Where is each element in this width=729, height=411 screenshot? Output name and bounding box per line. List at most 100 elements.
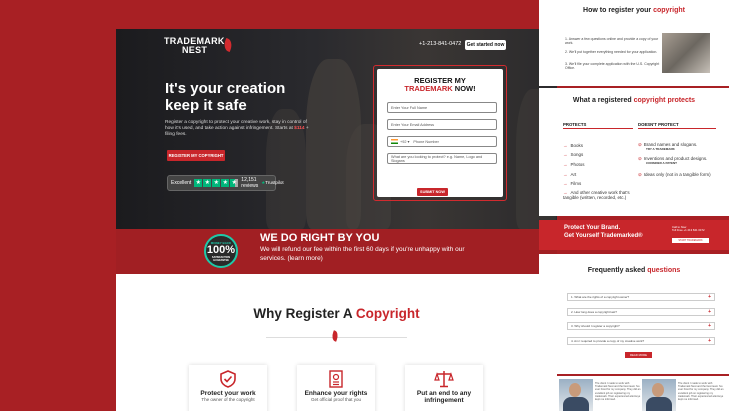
rating-stars: ★ ★ ★ ★ ★ (194, 179, 239, 187)
protects-title-plain: What a registered (572, 97, 634, 104)
doesnt-protect-header: DOESN'T PROTECT (638, 122, 679, 127)
protects-item: → Films (563, 181, 581, 186)
hero-section: TRADEMARK NEST +1-213-841-0472 Get start… (116, 29, 557, 229)
banner-line2: Get Yourself Trademarked® (564, 232, 643, 239)
banner-small2[interactable]: Toll Free +1 213 841 0472 (672, 228, 705, 232)
benefit-card: Protect your work The owner of the copyr… (189, 365, 267, 411)
hero-price: $114 (294, 126, 305, 132)
arrow-right-icon: → (563, 172, 568, 177)
half-star-icon: ★ (230, 179, 239, 187)
faq-title: Frequently asked questions (539, 267, 729, 274)
badge-bottom: SATISFACTION GUARANTEE (211, 256, 231, 262)
protects-item-label: And other creative work that's tangible … (563, 190, 630, 200)
leaf-icon (330, 330, 340, 342)
form-title-end: NOW! (452, 84, 476, 93)
star-icon: ★ (194, 179, 203, 187)
trustpilot-logo: ★Trustpilot (261, 180, 283, 186)
card-subtitle: The owner of the copyright (201, 397, 255, 402)
email-input[interactable]: Enter Your Email Address (387, 119, 497, 130)
not-protect-label: Ideas only (not in a tangible form) (643, 172, 711, 177)
faq-question: 3. Why should I register a copyright? (571, 324, 620, 328)
full-name-input[interactable]: Enter Your Full Name (387, 102, 497, 113)
flag-icon (391, 139, 398, 144)
arrow-right-icon: → (563, 181, 568, 186)
plus-icon[interactable]: + (708, 323, 711, 329)
faq-question: 1. What are the rights of a copyright ow… (571, 295, 630, 299)
register-form: REGISTER MY TRADEMARK NOW! Enter Your Fu… (377, 69, 503, 197)
protects-item: → Songs (563, 152, 583, 157)
prohibited-icon: ⊘ (638, 172, 642, 177)
country-code[interactable]: +92 (400, 140, 406, 144)
brand-line2: NEST (182, 45, 208, 55)
phone-input[interactable]: +92 ▾ Phone Number (387, 136, 497, 147)
protects-item-label: Songs (570, 152, 584, 157)
read-more-button[interactable]: READ MORE (625, 352, 652, 358)
get-started-button[interactable]: Get started now (465, 40, 506, 50)
phone-placeholder: Phone Number (413, 139, 439, 144)
protects-item: → And other creative work that's tangible… (563, 190, 635, 200)
card-subtitle: Get official proof that you (311, 397, 361, 402)
faq-item[interactable]: 4. Am I required to provide a copy of my… (567, 337, 715, 345)
card-title: Enhance your rights (304, 390, 368, 397)
arrow-right-icon: → (563, 143, 568, 148)
avatar (652, 383, 664, 397)
testimonial-text: The client I made to work with Trademark… (595, 382, 641, 402)
how-title-red: copyright (653, 7, 685, 14)
benefit-card: Put an end to any infringement (405, 365, 483, 411)
header-phone[interactable]: +1-213-841-0472 (419, 41, 461, 47)
hero-subtext: Register a copyright to protect your cre… (165, 120, 315, 139)
submit-button[interactable]: SUBMIT NOW (417, 188, 448, 196)
star-icon: ★ (212, 179, 221, 187)
form-title: REGISTER MY TRADEMARK NOW! (377, 77, 503, 93)
badge-number: 100% (206, 244, 236, 256)
start-trademark-button[interactable]: START TRADEMARK REGISTRATION (672, 238, 709, 247)
doesnt-protect-underline (638, 128, 716, 129)
not-protect-item: ⊘ Brand names and slogans. TRY A TRADEMARK (638, 142, 718, 152)
brand-logo[interactable]: TRADEMARK NEST (164, 37, 234, 55)
avatar-body (646, 397, 672, 411)
prohibited-icon: ⊘ (638, 142, 642, 147)
avatar (569, 383, 581, 397)
avatar-body (563, 397, 589, 411)
benefit-card: Enhance your rights Get official proof t… (297, 365, 375, 411)
faq-item[interactable]: 1. What are the rights of a copyright ow… (567, 293, 715, 301)
plus-icon[interactable]: + (708, 338, 711, 344)
shield-check-icon (217, 370, 239, 388)
arrow-right-icon: → (563, 162, 568, 167)
faq-item[interactable]: 2. How long does a copyright last? + (567, 308, 715, 316)
not-protect-hint[interactable]: CONSIDER A PATENT (638, 161, 718, 166)
plus-icon[interactable]: + (708, 294, 711, 300)
step-3: 3. We'll file your complete application … (565, 62, 660, 71)
banner-line1: Protect Your Brand. (564, 225, 621, 231)
arrow-right-icon: → (563, 152, 568, 157)
guarantee-title: WE DO RIGHT BY YOU (260, 232, 380, 244)
banner-contact: Call to Now Toll Free +1 213 841 0472 (672, 225, 705, 233)
why-title-plain: Why Register A (253, 306, 356, 321)
trustpilot-name: Trustpilot (265, 180, 284, 185)
hero-subtext-body: Register a copyright to protect your cre… (165, 120, 307, 132)
register-copyright-button[interactable]: REGISTER MY COPYRIGHT (167, 150, 225, 161)
why-title-red: Copyright (355, 306, 420, 321)
faq-question: 2. How long does a copyright last? (571, 310, 617, 314)
testimonial-text: The client I made to work with Trademark… (678, 382, 724, 402)
guarantee-badge: MONEY BACK 100% SATISFACTION GUARANTEE (204, 234, 238, 268)
protect-input[interactable]: What are you looking to protect? e.g. Na… (387, 153, 497, 164)
protects-title-red: copyright protects (633, 97, 696, 104)
hero-headline: It's your creation keep it safe (165, 80, 286, 114)
testimonial-photo (559, 379, 593, 411)
protects-underline (563, 128, 633, 129)
why-register-title: Why Register A Copyright (116, 306, 557, 321)
laptop-photo (662, 33, 710, 73)
star-icon: ★ (203, 179, 212, 187)
star-icon: ★ (221, 179, 230, 187)
trustpilot-widget[interactable]: Excellent ★ ★ ★ ★ ★ 12,151 reviews ★Trus… (167, 175, 284, 191)
protects-item: → Art (563, 172, 576, 177)
secondary-page-preview: How to register your copyright 1. Answer… (539, 0, 729, 411)
how-title-plain: How to register your (583, 7, 654, 14)
plus-icon[interactable]: + (708, 309, 711, 315)
not-protect-hint[interactable]: TRY A TRADEMARK (638, 147, 718, 152)
faq-item[interactable]: 3. Why should I register a copyright? + (567, 322, 715, 330)
landing-page-preview: TRADEMARK NEST +1-213-841-0472 Get start… (116, 29, 557, 411)
protects-item-label: Photos (570, 162, 585, 167)
guarantee-band: MONEY BACK 100% SATISFACTION GUARANTEE W… (116, 229, 557, 274)
